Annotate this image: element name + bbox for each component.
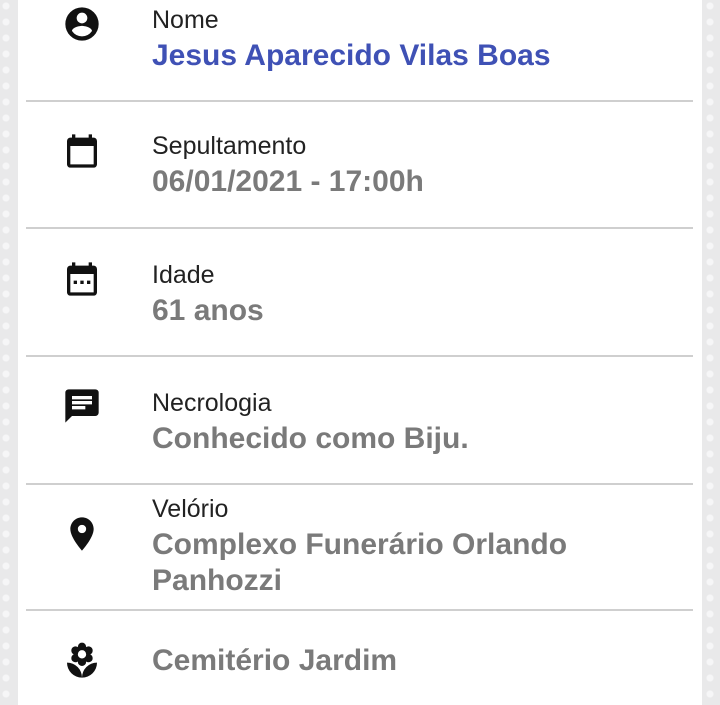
- sepultamento-value: 06/01/2021 - 17:00h: [152, 165, 424, 198]
- velorio-label: Velório: [152, 495, 229, 523]
- row-velorio: Velório Complexo Funerário Orlando Panho…: [26, 485, 693, 611]
- necrologia-label: Necrologia: [152, 389, 272, 417]
- velorio-value: Complexo Funerário Orlando Panhozzi: [152, 528, 568, 597]
- row-necrologia: Necrologia Conhecido como Biju.: [26, 357, 693, 485]
- idade-value: 61 anos: [152, 294, 264, 327]
- cemiterio-value: Cemitério Jardim: [152, 644, 398, 677]
- idade-label: Idade: [152, 261, 215, 289]
- calendar-icon: [62, 131, 102, 171]
- message-icon: [62, 386, 102, 426]
- details-card: Nome Jesus Aparecido Vilas Boas Sepultam…: [18, 0, 702, 705]
- necrologia-value: Conhecido como Biju.: [152, 422, 469, 455]
- row-idade: Idade 61 anos: [26, 229, 693, 357]
- nome-value: Jesus Aparecido Vilas Boas: [152, 39, 551, 72]
- row-sepultamento: Sepultamento 06/01/2021 - 17:00h: [26, 100, 693, 229]
- account-circle-icon: [62, 4, 102, 44]
- flower-icon: [62, 641, 102, 681]
- row-nome: Nome Jesus Aparecido Vilas Boas: [26, 0, 693, 102]
- calendar-dots-icon: [62, 259, 102, 299]
- row-cemiterio: Cemitério Jardim: [26, 611, 693, 705]
- sepultamento-label: Sepultamento: [152, 132, 307, 160]
- nome-label: Nome: [152, 6, 219, 34]
- map-pin-icon: [62, 514, 102, 554]
